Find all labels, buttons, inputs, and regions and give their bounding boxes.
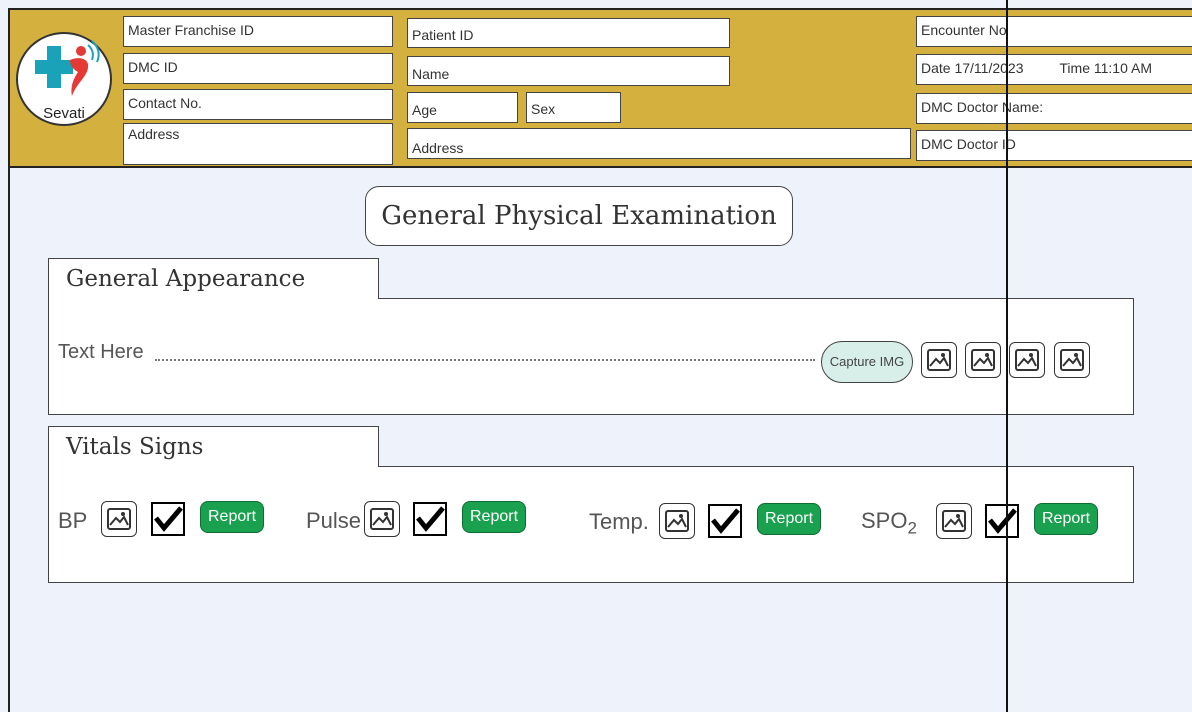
pulse-report-button[interactable]: Report bbox=[462, 501, 526, 533]
sevati-logo: Sevati bbox=[16, 32, 112, 126]
master-franchise-id-field[interactable]: Master Franchise ID bbox=[123, 16, 393, 47]
frame-left-border bbox=[8, 8, 10, 712]
logo-text: Sevati bbox=[43, 105, 85, 122]
bp-report-button[interactable]: Report bbox=[200, 501, 264, 533]
pulse-checkbox-checked-icon[interactable] bbox=[413, 502, 447, 536]
vertical-guide-line bbox=[1006, 0, 1008, 712]
bp-checkbox-checked-icon[interactable] bbox=[151, 502, 185, 536]
general-appearance-text-input[interactable]: Text Here bbox=[58, 341, 144, 364]
temp-label: Temp. bbox=[589, 509, 649, 534]
encounter-no-field[interactable]: Encounter No bbox=[916, 16, 1192, 47]
dmc-doctor-name-field[interactable]: DMC Doctor Name: bbox=[916, 93, 1192, 124]
patient-id-field[interactable]: Patient ID bbox=[407, 18, 730, 48]
general-appearance-title: General Appearance bbox=[48, 258, 379, 299]
image-icon bbox=[971, 349, 995, 371]
image-thumbnail-4[interactable] bbox=[1054, 342, 1090, 378]
image-icon bbox=[1060, 349, 1084, 371]
text-input-dotted-line bbox=[155, 359, 815, 361]
pulse-image-button[interactable] bbox=[364, 501, 400, 537]
sex-field[interactable]: Sex bbox=[526, 92, 621, 123]
name-field[interactable]: Name bbox=[407, 56, 730, 86]
bp-label: BP bbox=[58, 508, 88, 533]
temp-report-button[interactable]: Report bbox=[757, 503, 821, 535]
dmc-doctor-id-field[interactable]: DMC Doctor ID bbox=[916, 130, 1192, 161]
bp-image-button[interactable] bbox=[101, 501, 137, 537]
image-icon bbox=[942, 510, 966, 532]
date-time-field[interactable]: Date 17/11/2023 Time 11:10 AM bbox=[916, 54, 1192, 85]
image-icon bbox=[927, 349, 951, 371]
temp-checkbox-checked-icon[interactable] bbox=[708, 504, 742, 538]
image-icon bbox=[665, 510, 689, 532]
time-value: Time 11:10 AM bbox=[1059, 60, 1152, 76]
contact-no-field[interactable]: Contact No. bbox=[123, 89, 393, 120]
image-icon bbox=[1015, 349, 1039, 371]
dmc-id-field[interactable]: DMC ID bbox=[123, 53, 393, 84]
image-thumbnail-3[interactable] bbox=[1009, 342, 1045, 378]
spo2-label-subscript: 2 bbox=[907, 518, 917, 538]
capture-img-button[interactable]: Capture IMG bbox=[821, 341, 913, 383]
date-value: Date 17/11/2023 bbox=[921, 60, 1024, 76]
image-icon bbox=[107, 508, 131, 530]
vitals-signs-title: Vitals Signs bbox=[48, 426, 379, 467]
image-icon bbox=[370, 508, 394, 530]
temp-image-button[interactable] bbox=[659, 503, 695, 539]
spo2-label: SPO2 bbox=[861, 508, 917, 538]
address-field-mid[interactable]: Address bbox=[407, 128, 911, 159]
address-field-left[interactable]: Address bbox=[123, 123, 393, 165]
spo2-image-button[interactable] bbox=[936, 503, 972, 539]
spo2-report-button[interactable]: Report bbox=[1034, 503, 1098, 535]
spo2-checkbox-checked-icon[interactable] bbox=[985, 504, 1019, 538]
age-field[interactable]: Age bbox=[407, 92, 518, 123]
pulse-label: Pulse bbox=[306, 508, 362, 533]
frame-top-border bbox=[8, 8, 1192, 10]
image-thumbnail-1[interactable] bbox=[921, 342, 957, 378]
spo2-label-base: SPO bbox=[861, 508, 908, 533]
page-title: General Physical Examination bbox=[365, 186, 793, 246]
image-thumbnail-2[interactable] bbox=[965, 342, 1001, 378]
